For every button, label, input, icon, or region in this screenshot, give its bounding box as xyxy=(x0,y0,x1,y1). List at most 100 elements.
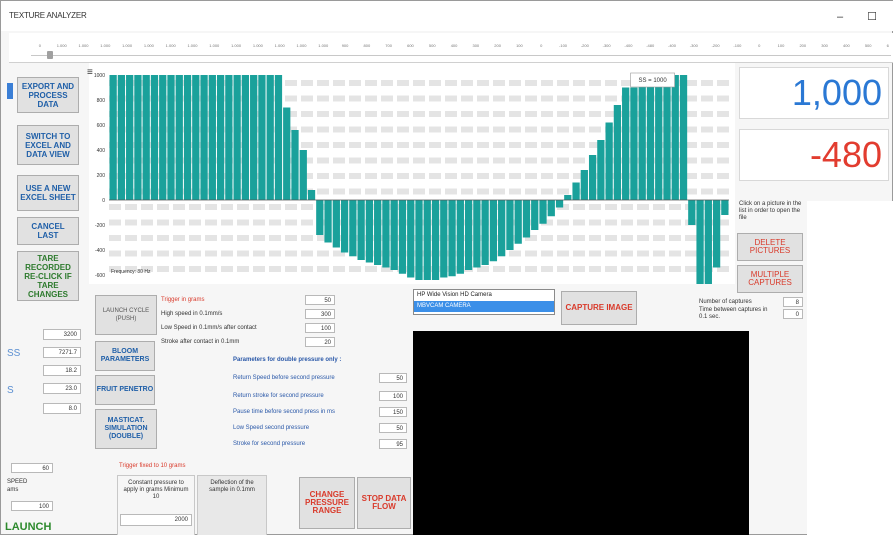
chart-bar xyxy=(704,200,712,308)
y-tick-label: -600 xyxy=(95,273,105,279)
selection-indicator xyxy=(7,83,13,99)
fruit-penetro-button[interactable]: FRUIT PENETRO xyxy=(95,375,155,405)
chart-bar xyxy=(200,75,208,200)
chart-bar xyxy=(126,75,134,200)
bottom-field-b[interactable]: 100 xyxy=(11,501,53,511)
y-tick-label: 600 xyxy=(97,123,106,129)
y-tick-label: 0 xyxy=(102,198,105,204)
return-speed-field[interactable]: 50 xyxy=(379,373,407,383)
num-captures-field[interactable]: 8 xyxy=(783,297,803,307)
chart-bar xyxy=(514,200,522,244)
low-speed-second-field[interactable]: 50 xyxy=(379,423,407,433)
multiple-captures-button[interactable]: MULTIPLE CAPTURES xyxy=(737,265,803,293)
bottom-field-a[interactable]: 60 xyxy=(11,463,53,473)
scale-tick-label: 800 xyxy=(363,43,371,48)
speed-sub-label: ams xyxy=(7,487,19,493)
chart-bar xyxy=(365,200,374,263)
double-pressure-header: Parameters for double pressure only : xyxy=(233,357,342,363)
export-process-button[interactable]: EXPORT AND PROCESS DATA xyxy=(17,77,79,113)
bloom-parameters-button[interactable]: BLOOM PARAMETERS xyxy=(95,341,155,371)
value-field-4[interactable]: 23.0 xyxy=(43,383,81,394)
chart-bar xyxy=(332,200,340,248)
chart-bar xyxy=(588,155,597,200)
capture-image-button[interactable]: CAPTURE IMAGE xyxy=(561,291,637,325)
stop-data-flow-button[interactable]: STOP DATA FLOW xyxy=(357,477,411,529)
camera-item[interactable]: HP Wide Vision HD Camera xyxy=(414,290,554,301)
chart-bar xyxy=(655,75,663,200)
chart-bar xyxy=(225,75,233,200)
change-pressure-range-button[interactable]: CHANGE PRESSURE RANGE xyxy=(299,477,355,529)
num-captures-label: Number of captures xyxy=(699,299,752,305)
chart-bar xyxy=(613,105,622,200)
scale-tick-label: 1.000 xyxy=(100,43,111,48)
chart-bar xyxy=(398,200,407,274)
constant-pressure-field[interactable]: 2000 xyxy=(120,514,192,526)
force-chart-svg: 1000 800 600 400 200 0 -200 -400 -600 SS = 1000 Fr… xyxy=(94,72,729,308)
value-field-3[interactable]: 18.2 xyxy=(43,365,81,376)
cancel-last-button[interactable]: CANCEL LAST xyxy=(17,217,79,245)
chart-bar xyxy=(679,75,688,200)
chart-bar xyxy=(522,200,531,238)
chart-bar xyxy=(423,200,431,280)
constant-pressure-label: Constant pressure to apply in grams Mini… xyxy=(123,480,189,500)
scale-tick-label: 400 xyxy=(843,43,850,48)
value-field-1[interactable]: 3200 xyxy=(43,329,81,340)
pressure-header: Trigger fixed to 10 grams xyxy=(119,463,186,469)
scale-tick-label: -300 xyxy=(602,43,611,48)
trigger-field[interactable]: 50 xyxy=(305,295,335,305)
value-field-5[interactable]: 8.0 xyxy=(43,403,81,414)
scale-tick-label: 1.000 xyxy=(78,43,89,48)
scale-tick-label: 100 xyxy=(777,43,785,48)
new-excel-sheet-button[interactable]: USE A NEW EXCEL SHEET xyxy=(17,175,79,211)
chart-bar xyxy=(456,200,464,274)
launch-cycle-button[interactable]: LAUNCH CYCLE (PUSH) xyxy=(95,295,157,335)
chart-bar xyxy=(448,200,456,277)
stroke-field[interactable]: 20 xyxy=(305,337,335,347)
constant-pressure-box: Constant pressure to apply in grams Mini… xyxy=(117,475,195,535)
high-speed-field[interactable]: 300 xyxy=(305,309,335,319)
scale-tick-label: 1.000 xyxy=(231,43,242,48)
chart-bar xyxy=(299,150,307,200)
y-tick-label: -400 xyxy=(95,248,105,254)
scale-tick-label: 1.000 xyxy=(274,43,285,48)
chart-bar xyxy=(142,75,150,200)
chart-menu-icon[interactable]: ≡ xyxy=(87,67,93,78)
chart-bar xyxy=(605,122,613,200)
value-field-2[interactable]: 7271.7 xyxy=(43,347,81,358)
switch-to-excel-button[interactable]: SWITCH TO EXCEL AND DATA VIEW xyxy=(17,125,79,165)
minimize-button[interactable]: – xyxy=(827,9,853,25)
scale-tick-label: -400 xyxy=(624,43,633,48)
scale-tick-label: 1.000 xyxy=(122,43,133,48)
return-stroke-label: Return stroke for second pressure xyxy=(233,393,324,399)
title-bar: TEXTURE ANALYZER – ☐ xyxy=(1,1,893,31)
chart-bar xyxy=(250,75,258,200)
chart-bar xyxy=(688,200,696,225)
launch-button[interactable]: LAUNCH xyxy=(5,521,51,533)
pause-time-label: Pause time before second press in ms xyxy=(233,409,336,415)
force-readout-min-value: -480 xyxy=(809,134,882,175)
low-speed-field[interactable]: 100 xyxy=(305,323,335,333)
scale-tick-label: 1.000 xyxy=(143,43,154,48)
mastication-simulation-button[interactable]: MASTICAT. SIMULATION (DOUBLE) xyxy=(95,409,157,449)
camera-item-selected[interactable]: MBVCAM CAMERA xyxy=(414,301,554,312)
time-between-field[interactable]: 0 xyxy=(783,309,803,319)
return-stroke-field[interactable]: 100 xyxy=(379,391,407,401)
chart-bar xyxy=(216,75,225,200)
scale-ruler[interactable]: 0 1.000 1.000 1.000 1.000 1.000 1.000 1.000 1.00… xyxy=(9,33,893,63)
camera-list[interactable]: HP Wide Vision HD Camera MBVCAM CAMERA xyxy=(413,289,555,315)
scale-thumb[interactable] xyxy=(47,51,53,59)
pictures-list-panel[interactable] xyxy=(807,201,893,535)
y-tick-label: 800 xyxy=(97,98,106,104)
chart-bar xyxy=(167,75,175,200)
scale-tick-label: -200 xyxy=(711,43,720,48)
chart-bar xyxy=(183,75,192,200)
stroke-second-field[interactable]: 95 xyxy=(379,439,407,449)
force-readout-min: -480 xyxy=(739,129,889,181)
delete-pictures-button[interactable]: DELETE PICTURES xyxy=(737,233,803,261)
pause-time-field[interactable]: 150 xyxy=(379,407,407,417)
scale-tick-label: 700 xyxy=(385,43,392,48)
tare-button[interactable]: TARE RECORDED RE-CLICK IF TARE CHANGES xyxy=(17,251,79,301)
pictures-hint: Click on a picture in the list in order … xyxy=(739,201,802,221)
scale-tick-label: 200 xyxy=(799,43,807,48)
maximize-button[interactable]: ☐ xyxy=(859,9,885,25)
